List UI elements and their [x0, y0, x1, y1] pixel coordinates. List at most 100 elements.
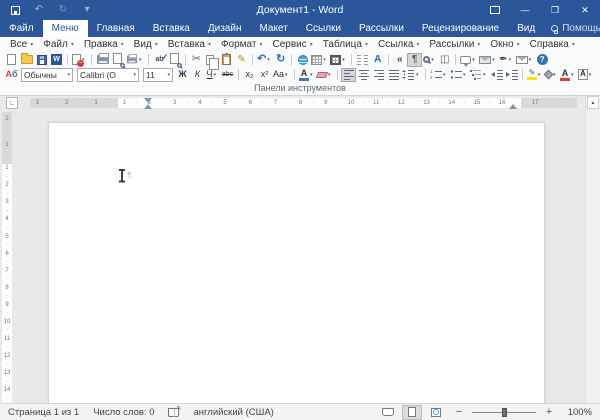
zoom-in-button[interactable]: + — [544, 406, 554, 418]
zoom-out-button[interactable]: − — [454, 406, 464, 418]
print-button[interactable] — [95, 53, 110, 67]
text-effects-button[interactable]: А▾ — [298, 68, 316, 82]
style-combo[interactable]: Обычны▾ — [21, 68, 73, 82]
redo-button[interactable]: ↻ — [273, 53, 288, 67]
character-border-button[interactable]: А▾ — [577, 68, 595, 82]
insert-symbol-button[interactable]: « — [392, 53, 407, 67]
menu-view[interactable]: Вид▾ — [129, 39, 163, 50]
horizontal-ruler[interactable]: 3·2·1· 1·2·3·4·5·6·7·8·9·10·11·12·13·14·… — [30, 98, 577, 108]
menu-window[interactable]: Окно▾ — [485, 39, 524, 50]
save-as-button[interactable]: W — [49, 53, 64, 67]
menu-help[interactable]: Справка▾ — [525, 39, 580, 50]
insert-table-button[interactable]: ▾ — [310, 53, 329, 67]
align-right-button[interactable] — [371, 68, 386, 82]
paste-button[interactable] — [219, 53, 234, 67]
subscript-button[interactable]: x₂ — [242, 68, 257, 82]
font-size-combo[interactable]: 11▾ — [143, 68, 173, 82]
shading-button[interactable]: ▾ — [544, 68, 559, 82]
superscript-button[interactable]: x² — [257, 68, 272, 82]
tab-stop-selector[interactable]: ∟ — [6, 97, 18, 109]
justify-button[interactable] — [386, 68, 401, 82]
format-painter-button[interactable]: ✎ — [234, 53, 249, 67]
print-layout-button[interactable] — [402, 405, 422, 420]
word-count[interactable]: Число слов: 0 — [93, 407, 154, 418]
underline-button[interactable]: Ч▾ — [205, 68, 220, 82]
line-spacing-button[interactable]: ▾ — [401, 68, 422, 82]
bold-button[interactable]: Ж — [175, 68, 190, 82]
font-color-button[interactable]: А▾ — [559, 68, 577, 82]
tab-review[interactable]: Рецензирование — [413, 20, 508, 37]
styles-button[interactable]: Аб — [4, 68, 19, 82]
right-indent-marker[interactable] — [509, 104, 517, 109]
menu-insert[interactable]: Вставка▾ — [163, 39, 216, 50]
show-formatting-marks-button[interactable]: ¶ — [407, 53, 422, 67]
print-options-button[interactable]: ▾ — [125, 53, 145, 67]
vertical-scrollbar[interactable]: ▲ — [585, 96, 600, 403]
italic-button[interactable]: К — [190, 68, 205, 82]
tab-design[interactable]: Дизайн — [199, 20, 251, 37]
spelling-button[interactable]: ab — [152, 53, 167, 67]
document-map-button[interactable]: ◫ — [437, 53, 452, 67]
table-borders-button[interactable]: ▾ — [329, 53, 348, 67]
menu-all[interactable]: Все▾ — [5, 39, 38, 50]
copy-button[interactable] — [204, 53, 219, 67]
tab-mailings[interactable]: Рассылки — [350, 20, 413, 37]
tab-insert[interactable]: Вставка — [144, 20, 199, 37]
open-button[interactable] — [19, 53, 34, 67]
tab-home[interactable]: Главная — [88, 20, 144, 37]
wordart-button[interactable]: А — [370, 53, 385, 67]
text-highlight-button[interactable]: ✎▾ — [526, 68, 544, 82]
customize-quick-access-button[interactable]: ▾ — [80, 3, 94, 17]
menu-mailings[interactable]: Рассылки▾ — [424, 39, 485, 50]
align-center-button[interactable] — [356, 68, 371, 82]
strikethrough-button[interactable]: abc — [220, 68, 235, 82]
increase-indent-button[interactable] — [504, 68, 519, 82]
multilevel-list-button[interactable]: ▾ — [469, 68, 489, 82]
menu-link[interactable]: Ссылка▾ — [373, 39, 424, 50]
numbering-button[interactable]: 12▾ — [429, 68, 449, 82]
font-combo[interactable]: Calibri (О▾ — [77, 68, 139, 82]
insert-comment-button[interactable]: ▾ — [459, 53, 478, 67]
document-page[interactable]: ¶ — [48, 122, 545, 403]
tab-help[interactable]: Помощь — [544, 20, 600, 37]
read-mode-button[interactable] — [378, 405, 398, 420]
zoom-slider-thumb[interactable] — [502, 408, 507, 417]
tab-view[interactable]: Вид — [508, 20, 544, 37]
hyperlink-button[interactable] — [295, 53, 310, 67]
help-button[interactable]: ? — [535, 53, 550, 67]
save-button[interactable] — [34, 53, 49, 67]
find-button[interactable] — [167, 53, 182, 67]
menu-table[interactable]: Таблица▾ — [318, 39, 373, 50]
undo-button[interactable]: ↶ — [32, 3, 46, 17]
close-button[interactable]: ✕ — [570, 0, 600, 20]
language-indicator[interactable]: английский (США) — [193, 407, 273, 418]
tab-file[interactable]: Файл — [0, 20, 43, 37]
zoom-level[interactable]: 100% — [562, 407, 592, 418]
align-left-button[interactable] — [341, 68, 356, 82]
menu-edit[interactable]: Правка▾ — [79, 39, 129, 50]
save-button[interactable] — [8, 3, 22, 17]
redo-button[interactable]: ↻ — [56, 3, 70, 17]
bullets-button[interactable]: ▾ — [449, 68, 469, 82]
close-document-button[interactable]: ▾ — [71, 53, 88, 67]
tab-menu[interactable]: Меню — [43, 20, 88, 37]
new-document-button[interactable] — [4, 53, 19, 67]
first-line-indent-marker[interactable] — [144, 98, 152, 103]
change-case-button[interactable]: Aa▾ — [272, 68, 291, 82]
clear-formatting-button[interactable]: ▾ — [316, 68, 334, 82]
menu-tools[interactable]: Сервис▾ — [268, 39, 318, 50]
minimize-button[interactable]: — — [510, 0, 540, 20]
proofing-icon[interactable] — [168, 408, 179, 417]
web-layout-button[interactable] — [426, 405, 446, 420]
hanging-indent-marker[interactable] — [144, 104, 152, 109]
ribbon-display-options-button[interactable]: ⌃ — [480, 0, 510, 20]
restore-button[interactable]: ❒ — [540, 0, 570, 20]
menu-file[interactable]: Файл▾ — [38, 39, 79, 50]
menu-format[interactable]: Формат▾ — [216, 39, 268, 50]
send-mail-button[interactable]: ▾ — [515, 53, 535, 67]
undo-button[interactable]: ↶▾ — [256, 53, 273, 67]
tab-layout[interactable]: Макет — [250, 20, 296, 37]
zoom-slider[interactable] — [472, 405, 536, 420]
print-preview-button[interactable] — [110, 53, 125, 67]
zoom-button[interactable]: ▾ — [422, 53, 437, 67]
